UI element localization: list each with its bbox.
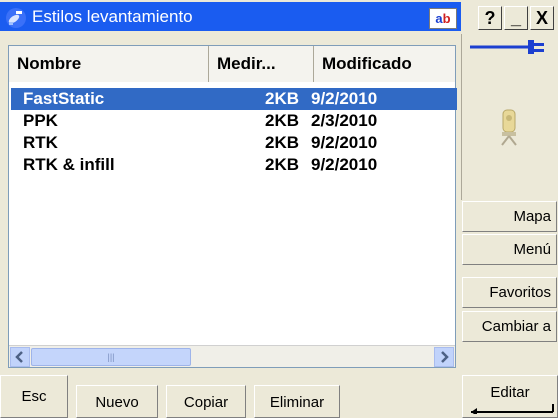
switch-to-button[interactable]: Cambiar a bbox=[462, 311, 557, 342]
title-bar-background: Estilos levantamiento ab bbox=[0, 2, 461, 31]
minimize-button[interactable]: _ bbox=[504, 6, 528, 30]
input-mode-b: b bbox=[442, 11, 451, 26]
row-name: PPK bbox=[23, 111, 58, 130]
cable-connection-icon bbox=[470, 40, 544, 54]
title-bar: Estilos levantamiento ab ? _ X bbox=[0, 0, 558, 34]
edit-button[interactable]: Editar bbox=[462, 375, 558, 418]
chevron-right-icon bbox=[441, 351, 449, 363]
row-name: RTK bbox=[23, 133, 58, 152]
window-title: Estilos levantamiento bbox=[32, 7, 193, 26]
row-date: 9/2/2010 bbox=[311, 89, 378, 108]
copy-button[interactable]: Copiar bbox=[166, 385, 246, 418]
satellite-icon bbox=[6, 8, 26, 28]
column-header-modified[interactable]: Modificado bbox=[314, 46, 455, 82]
input-mode-button[interactable]: ab bbox=[429, 8, 457, 29]
help-button[interactable]: ? bbox=[478, 6, 502, 30]
list-row-faststatic[interactable]: FastStatic 2KB 9/2/2010 bbox=[11, 88, 457, 110]
new-button[interactable]: Nuevo bbox=[76, 385, 158, 418]
list-row-ppk[interactable]: PPK 2KB 2/3/2010 bbox=[11, 110, 457, 132]
map-button[interactable]: Mapa bbox=[462, 201, 557, 232]
esc-button[interactable]: Esc bbox=[0, 375, 68, 418]
survey-styles-list[interactable]: Nombre Medir... Modificado FastStatic 2K… bbox=[8, 45, 457, 368]
bottom-toolbar: Esc Nuevo Copiar Eliminar Editar bbox=[0, 375, 558, 418]
status-area bbox=[461, 34, 558, 200]
row-size: 2KB bbox=[264, 89, 299, 108]
favorites-button[interactable]: Favoritos bbox=[462, 277, 557, 308]
right-panel: Mapa Menú Favoritos Cambiar a bbox=[461, 34, 558, 418]
row-name: FastStatic bbox=[23, 89, 105, 108]
list-row-rtk[interactable]: RTK 2KB 9/2/2010 bbox=[11, 132, 457, 154]
row-size: 2KB bbox=[264, 155, 299, 174]
close-button[interactable]: X bbox=[530, 6, 554, 30]
input-mode-a: a bbox=[435, 11, 443, 26]
row-date: 9/2/2010 bbox=[311, 155, 378, 174]
column-header-name[interactable]: Nombre bbox=[9, 46, 209, 82]
scroll-left-button[interactable] bbox=[10, 347, 30, 367]
total-station-icon bbox=[501, 109, 517, 146]
row-date: 2/3/2010 bbox=[311, 111, 378, 130]
chevron-left-icon bbox=[15, 351, 23, 363]
row-size: 2KB bbox=[264, 111, 299, 130]
list-row-rtk-infill[interactable]: RTK & infill 2KB 9/2/2010 bbox=[11, 154, 457, 176]
delete-button[interactable]: Eliminar bbox=[254, 385, 340, 418]
row-size: 2KB bbox=[264, 133, 299, 152]
edit-button-label: Editar bbox=[490, 384, 530, 401]
scroll-right-button[interactable] bbox=[434, 347, 454, 367]
enter-key-icon bbox=[471, 404, 554, 414]
scroll-thumb[interactable]: ||| bbox=[31, 348, 191, 366]
row-name: RTK & infill bbox=[23, 155, 115, 174]
column-header-size[interactable]: Medir... bbox=[209, 46, 314, 82]
horizontal-scrollbar[interactable]: ||| bbox=[9, 345, 455, 367]
list-header: Nombre Medir... Modificado bbox=[9, 46, 455, 82]
menu-button[interactable]: Menú bbox=[462, 234, 557, 265]
row-date: 9/2/2010 bbox=[311, 133, 378, 152]
